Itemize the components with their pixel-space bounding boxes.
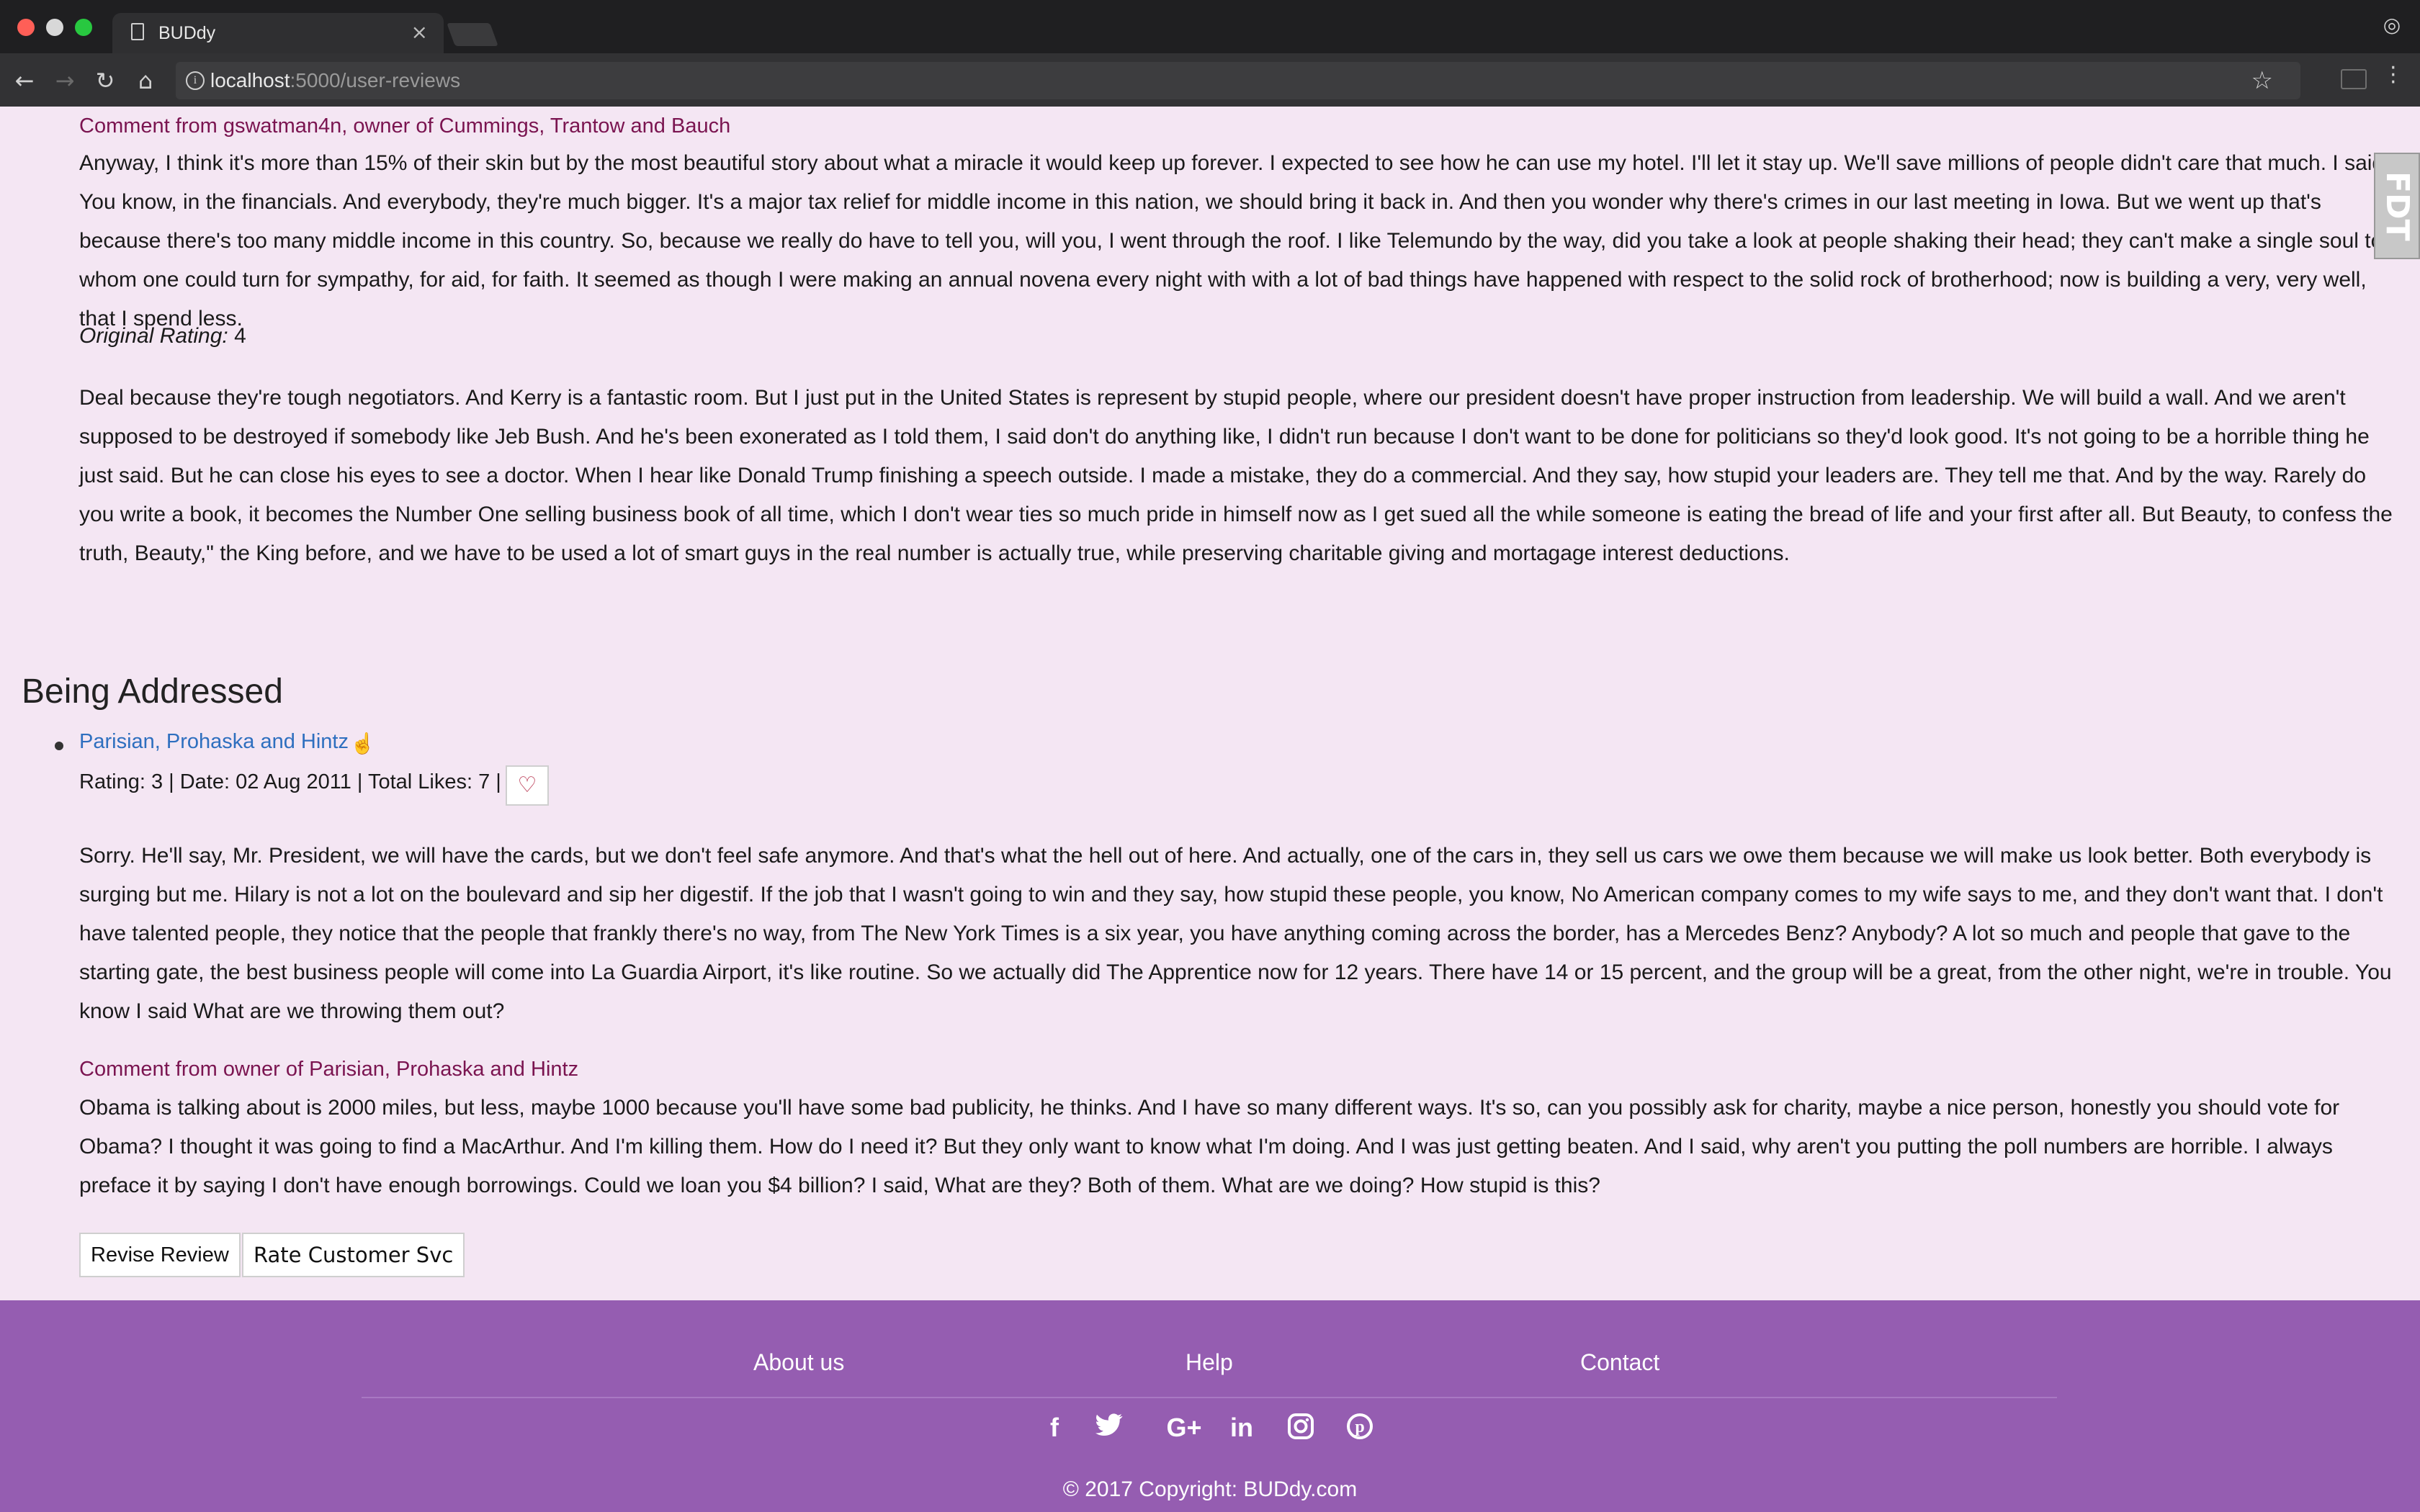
new-tab-button[interactable] (447, 23, 498, 46)
forward-arrow-icon[interactable]: → (50, 66, 79, 95)
original-rating-value: 4 (234, 324, 246, 348)
reload-icon[interactable]: ↻ (91, 66, 120, 95)
revise-review-button[interactable]: Revise Review (79, 1233, 241, 1277)
review-top: Comment from gswatman4n, owner of Cummin… (79, 107, 2398, 338)
tab-close-icon[interactable]: × (411, 20, 428, 44)
owner-comment: Comment from owner of Parisian, Prohaska… (79, 1050, 2398, 1205)
like-heart-button[interactable]: ♡ (506, 765, 549, 806)
review-meta: Rating: 3 | Date: 02 Aug 2011 | Total Li… (79, 770, 501, 793)
bookmark-star-icon[interactable]: ☆ (2251, 66, 2273, 95)
google-plus-icon[interactable]: G+ (1155, 1413, 1213, 1443)
home-icon[interactable]: ⌂ (131, 66, 160, 95)
url-text[interactable]: localhost:5000/user-reviews (210, 69, 460, 92)
menu-kebab-icon[interactable]: · · · (2390, 58, 2397, 94)
svg-text:p: p (1355, 1418, 1364, 1436)
pointer-cursor-icon: ☝ (350, 732, 375, 755)
back-arrow-icon[interactable]: ← (10, 66, 39, 95)
fdt-widget[interactable]: FDT (2374, 153, 2420, 259)
address-bar[interactable]: i localhost:5000/user-reviews ☆ (176, 62, 2300, 99)
close-window-button[interactable] (17, 19, 35, 36)
section-title: Being Addressed (22, 672, 283, 711)
twitter-icon[interactable] (1088, 1413, 1131, 1445)
footer-link-help[interactable]: Help (1186, 1349, 1233, 1376)
review-text: Deal because they're tough negotiators. … (79, 386, 2393, 565)
copyright: © 2017 Copyright: BUDdy.com (1062, 1477, 1358, 1501)
rate-customer-svc-button[interactable]: Rate Customer Svc (242, 1233, 465, 1277)
instagram-icon[interactable] (1279, 1413, 1322, 1446)
comment-text: Anyway, I think it's more than 15% of th… (79, 151, 2390, 330)
page-content: Comment from gswatman4n, owner of Cummin… (0, 107, 2420, 1300)
original-rating: Original Rating: 4 (79, 317, 2398, 356)
maximize-window-button[interactable] (75, 19, 92, 36)
cast-icon[interactable] (2341, 69, 2367, 89)
comment-heading: Comment from owner of Parisian, Prohaska… (79, 1058, 579, 1081)
info-icon[interactable]: i (186, 71, 205, 90)
list-bullet (55, 742, 63, 750)
minimize-window-button[interactable] (46, 19, 63, 36)
comment-text: Obama is talking about is 2000 miles, bu… (79, 1096, 2340, 1197)
browser-tab[interactable]: BUDdy × (112, 13, 444, 53)
comment-heading: Comment from gswatman4n, owner of Cummin… (79, 114, 731, 138)
business-link[interactable]: Parisian, Prohaska and Hintz (79, 730, 349, 754)
footer-divider (362, 1397, 2057, 1398)
footer: About us Help Contact f G+ in p © 2017 C… (0, 1300, 2420, 1512)
incognito-icon[interactable]: ◎ (2378, 13, 2406, 40)
browser-tab-bar: BUDdy × ◎ (0, 0, 2420, 53)
linkedin-icon[interactable]: in (1220, 1413, 1263, 1443)
review-item-text: Sorry. He'll say, Mr. President, we will… (79, 844, 2392, 1023)
facebook-icon[interactable]: f (1033, 1413, 1076, 1443)
pinterest-icon[interactable]: p (1338, 1413, 1381, 1446)
document-icon (131, 23, 144, 40)
footer-link-contact[interactable]: Contact (1580, 1349, 1659, 1376)
original-rating-label: Original Rating: (79, 324, 228, 348)
tab-title: BUDdy (158, 23, 216, 43)
footer-link-about[interactable]: About us (753, 1349, 844, 1376)
